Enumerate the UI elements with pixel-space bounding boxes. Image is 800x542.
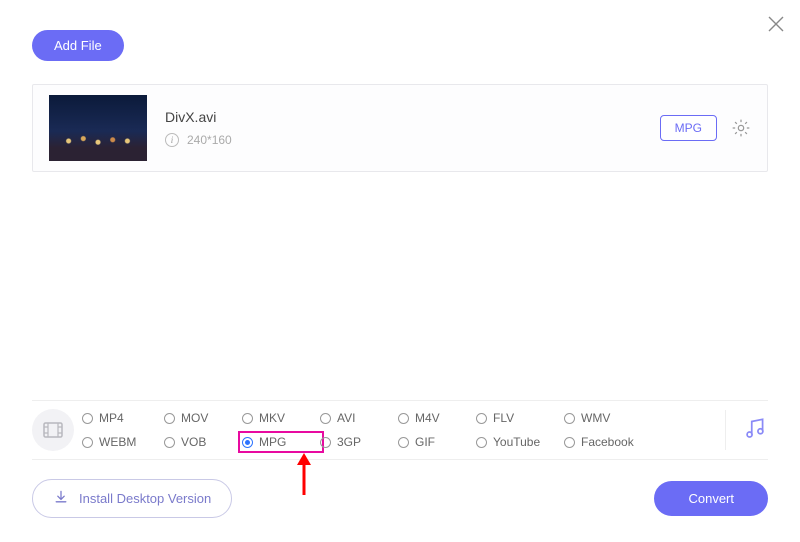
close-icon[interactable] [766, 14, 786, 34]
format-label: YouTube [493, 435, 540, 449]
format-label: Facebook [581, 435, 634, 449]
format-label: AVI [337, 411, 355, 425]
format-option-3gp[interactable]: 3GP [320, 435, 398, 449]
download-icon [53, 489, 69, 508]
format-option-gif[interactable]: GIF [398, 435, 476, 449]
video-icon [32, 409, 74, 451]
radio-icon [164, 413, 175, 424]
format-label: MKV [259, 411, 285, 425]
format-label: MOV [181, 411, 208, 425]
format-label: M4V [415, 411, 440, 425]
music-icon[interactable] [742, 415, 768, 446]
radio-icon [398, 437, 409, 448]
file-resolution: 240*160 [187, 133, 232, 147]
format-option-wmv[interactable]: WMV [564, 411, 656, 425]
radio-icon [476, 437, 487, 448]
format-label: WMV [581, 411, 610, 425]
file-info: DivX.avi i 240*160 [165, 109, 660, 147]
radio-icon [564, 437, 575, 448]
format-option-avi[interactable]: AVI [320, 411, 398, 425]
format-label: 3GP [337, 435, 361, 449]
add-file-button[interactable]: Add File [32, 30, 124, 61]
radio-icon [82, 413, 93, 424]
radio-icon [242, 413, 253, 424]
format-option-vob[interactable]: VOB [164, 435, 242, 449]
format-option-webm[interactable]: WEBM [82, 435, 164, 449]
format-selector: MP4 MOV MKV AVI M4V FLV WMV WEBM VOB MPG 3GP GIF You… [32, 400, 768, 460]
radio-icon [320, 413, 331, 424]
radio-icon [82, 437, 93, 448]
format-badge-button[interactable]: MPG [660, 115, 717, 141]
info-icon: i [165, 133, 179, 147]
format-option-m4v[interactable]: M4V [398, 411, 476, 425]
gear-icon[interactable] [731, 118, 751, 138]
format-label: MPG [259, 435, 286, 449]
format-option-mpg[interactable]: MPG [242, 435, 320, 449]
file-thumbnail [49, 95, 147, 161]
radio-icon [320, 437, 331, 448]
format-option-mkv[interactable]: MKV [242, 411, 320, 425]
radio-icon [242, 437, 253, 448]
format-label: FLV [493, 411, 514, 425]
file-name: DivX.avi [165, 109, 660, 125]
radio-icon [398, 413, 409, 424]
format-label: GIF [415, 435, 435, 449]
format-label: WEBM [99, 435, 136, 449]
format-option-mp4[interactable]: MP4 [82, 411, 164, 425]
divider [725, 410, 726, 450]
format-option-flv[interactable]: FLV [476, 411, 564, 425]
install-desktop-label: Install Desktop Version [79, 491, 211, 506]
format-option-facebook[interactable]: Facebook [564, 435, 656, 449]
format-label: VOB [181, 435, 206, 449]
format-option-youtube[interactable]: YouTube [476, 435, 564, 449]
radio-icon [564, 413, 575, 424]
radio-icon [476, 413, 487, 424]
install-desktop-button[interactable]: Install Desktop Version [32, 479, 232, 518]
format-label: MP4 [99, 411, 124, 425]
format-option-mov[interactable]: MOV [164, 411, 242, 425]
convert-button[interactable]: Convert [654, 481, 768, 516]
file-row: DivX.avi i 240*160 MPG [32, 84, 768, 172]
radio-icon [164, 437, 175, 448]
